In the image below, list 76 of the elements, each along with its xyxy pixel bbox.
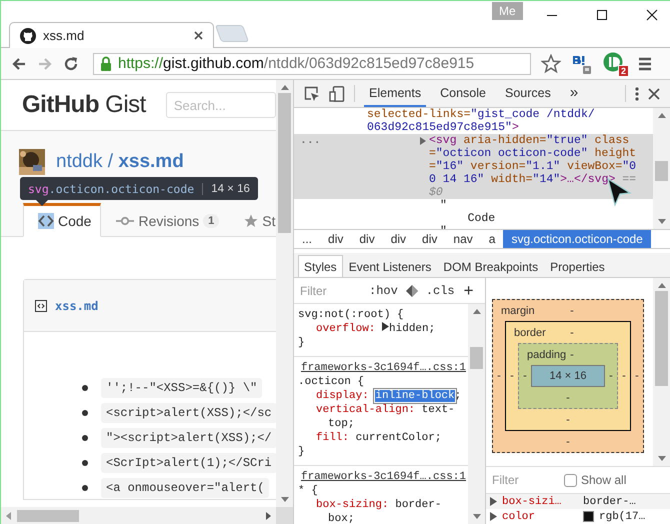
css-declaration[interactable]: vertical-align: text-top; [298, 403, 468, 431]
devtools-tab[interactable]: Elements [364, 80, 426, 107]
panel-tab[interactable]: Event Listeners [342, 255, 438, 277]
tab[interactable]: St [229, 203, 276, 237]
tooltip-size: 14 × 16 [202, 182, 250, 194]
breadcrumb[interactable]: div [414, 230, 446, 248]
more-tabs-button[interactable]: » [564, 80, 584, 107]
box-label: padding [527, 348, 568, 360]
browser-tab[interactable]: xss.md [9, 22, 214, 48]
tooltip-selector: svg.octicon.octicon-code [28, 182, 194, 196]
content-box: 14 × 16 [531, 365, 605, 387]
notification-badge: 2 [618, 64, 629, 76]
css-declaration[interactable]: box-sizing: border-box; [298, 498, 468, 524]
search-field[interactable]: Search... [166, 92, 276, 118]
logo[interactable]: GitHub Gist [22, 91, 146, 119]
closing-brace: } [298, 445, 306, 459]
computed-property: color [502, 510, 536, 522]
css-declaration[interactable]: fill: currentColor; [298, 431, 468, 445]
box-value: - [566, 414, 570, 426]
breadcrumb[interactable]: a [480, 230, 504, 248]
devtools-tab[interactable]: Console [435, 80, 491, 107]
filter-field[interactable]: Filter [298, 282, 362, 298]
box-value: - [522, 370, 528, 382]
box-value: - [496, 370, 502, 382]
box-label: border [514, 326, 547, 338]
address-bar[interactable]: https://gist.github.com/ntddk/063d92c815ed97c8e915 [93, 52, 531, 74]
panel-tab[interactable]: DOM Breakpoints [437, 255, 544, 277]
text-node[interactable]: " Code " [294, 199, 653, 229]
box-value: - [621, 370, 627, 382]
filter-field[interactable]: Filter [490, 472, 554, 488]
stylesheet-link[interactable]: frameworks-3c1694f….css:1 [300, 361, 468, 375]
tab[interactable]: Revisions 1 [101, 203, 230, 237]
breadcrumb[interactable]: div [382, 230, 414, 248]
box-value: - [570, 348, 574, 360]
gist-title: ntddk / xss.md [56, 151, 184, 173]
file-name-link[interactable]: xss.md [55, 298, 98, 312]
tab-title: xss.md [43, 28, 86, 43]
dom-node-line[interactable]: 063d92c815ed97c8e915"> [294, 121, 653, 134]
css-selector: .octicon { [298, 375, 366, 389]
hover-state-button[interactable]: :hov [367, 284, 400, 298]
breadcrumb[interactable]: div [320, 230, 352, 248]
breadcrumb[interactable]: ... [294, 230, 320, 248]
computed-property: box-sizi… [502, 496, 562, 508]
add-rule-button[interactable]: + [462, 280, 476, 300]
css-declaration[interactable]: overflow: hidden; [298, 322, 468, 336]
box-value: - [634, 370, 640, 382]
dom-node-line[interactable]: selected-links="gist_code /ntddk/ [294, 108, 653, 121]
inline-code: <a onmouseover="alert( [101, 478, 270, 498]
css-selector: svg:not(:root) { [298, 308, 405, 322]
inline-code: '';!--"<XSS>=&{()} \" [101, 378, 262, 398]
stylesheet-link[interactable]: frameworks-3c1694f….css:1 [300, 470, 468, 484]
panel-tab[interactable]: Styles [298, 255, 343, 277]
box-value: - [509, 370, 515, 382]
computed-value: rgb(17… [599, 510, 646, 522]
revision-count: 1 [203, 214, 220, 228]
breadcrumb[interactable]: svg.octicon.octicon-code [503, 230, 651, 248]
breadcrumb[interactable]: nav [445, 230, 481, 248]
show-all-checkbox[interactable]: Show all [564, 473, 626, 487]
breadcrumb[interactable]: div [351, 230, 383, 248]
devtools-tab[interactable]: Sources [500, 80, 556, 107]
tab[interactable]: Code [23, 203, 102, 237]
url-text: https://gist.github.com/ntddk/063d92c815ed97c8e915 [118, 55, 474, 72]
inline-code: "><script>alert(XSS);</ [101, 428, 276, 448]
box-value: - [570, 326, 574, 338]
panel-tab[interactable]: Properties [544, 255, 611, 277]
computed-value: border-… [583, 496, 636, 508]
box-value: - [608, 370, 614, 382]
closing-brace: } [298, 336, 306, 350]
box-value: - [570, 304, 574, 316]
css-selector: * { [298, 484, 319, 498]
inline-code: <script>alert(XSS);</sc [101, 403, 276, 423]
box-value: - [566, 436, 570, 448]
box-label: margin [501, 304, 536, 316]
inline-code: <ScrIpt>alert(1);</SCri [101, 453, 276, 473]
class-button[interactable]: .cls [424, 284, 457, 298]
box-value: - [566, 392, 570, 404]
